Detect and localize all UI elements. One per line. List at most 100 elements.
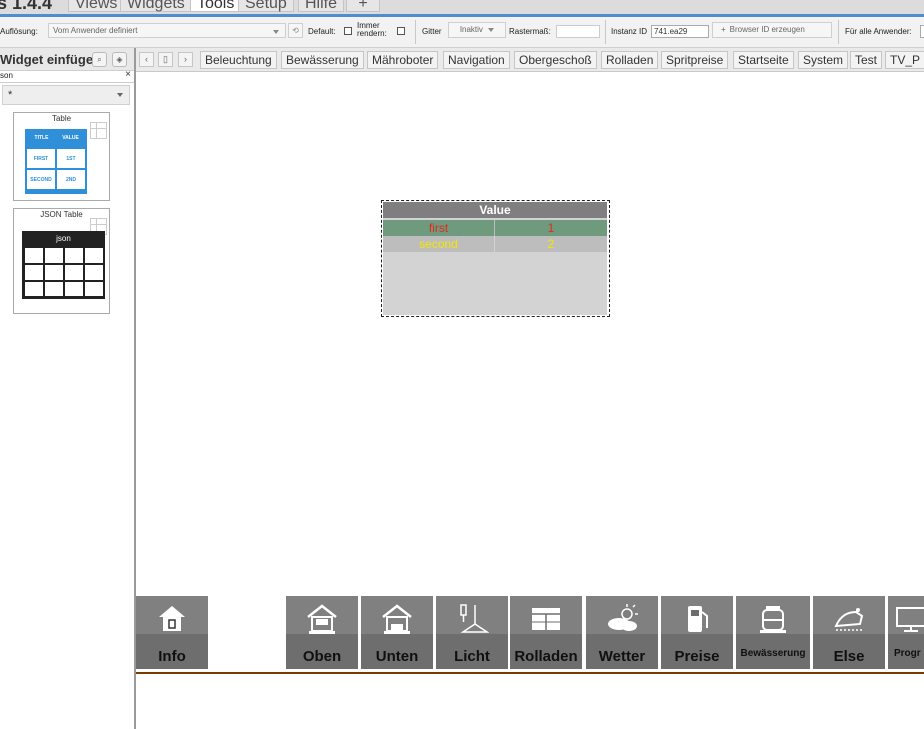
menu-tools[interactable]: Tools (190, 0, 242, 12)
table-row[interactable]: first 1 (383, 220, 607, 236)
tab-obergeschoss[interactable]: Obergeschoß (514, 51, 597, 69)
raster-label: Rastermaß: (509, 27, 551, 36)
grid-select[interactable]: Inaktiv (448, 22, 506, 38)
always-render-checkbox[interactable] (397, 27, 405, 35)
table-cell-key: first (428, 221, 449, 235)
default-label: Default: (308, 27, 336, 36)
resolution-value: Vom Anwender definiert (53, 26, 138, 35)
widget-panel: Widget einfügen ⌕ ◈ son × * Table TITLE … (0, 48, 136, 729)
always-render-label: Immer rendern: (357, 21, 387, 38)
search-icon[interactable]: ⌕ (92, 52, 107, 67)
default-checkbox[interactable] (344, 27, 352, 35)
trash-icon[interactable]: ▯ (158, 52, 173, 67)
weather-icon (608, 604, 638, 631)
menu-widgets[interactable]: Widgets (120, 0, 192, 12)
table-preview-label: 1ST (66, 156, 76, 162)
nav-info-button[interactable]: Info (136, 596, 208, 669)
nav-else-button[interactable]: Else (813, 596, 885, 669)
menu-setup[interactable]: Setup (238, 0, 294, 12)
widget-filter-input[interactable]: son (0, 71, 13, 80)
tab-spritpreise[interactable]: Spritpreise (661, 51, 729, 69)
table-preview-label: 2ND (65, 177, 76, 183)
nav-label: Info (158, 648, 186, 665)
robot-mower-icon (834, 608, 864, 631)
toolbar-divider (838, 20, 839, 44)
all-users-label: Für alle Anwender: (845, 27, 912, 36)
nav-label: Preise (674, 648, 720, 665)
json-table-preview: json (22, 231, 105, 299)
nav-licht-button[interactable]: Licht (436, 596, 508, 669)
table-cell-key: second (419, 237, 458, 251)
tab-beleuchtung[interactable]: Beleuchtung (200, 51, 277, 69)
tab-bewasserung[interactable]: Bewässerung (281, 51, 364, 69)
menu-views[interactable]: Views (68, 0, 125, 12)
house-info-icon (159, 606, 185, 631)
tab-rolladen[interactable]: Rolladen (601, 51, 659, 69)
tab-test[interactable]: Test (850, 51, 883, 69)
window-shutter-icon (532, 608, 560, 630)
nav-wetter-button[interactable]: Wetter (586, 596, 658, 669)
widget-set-value: * (8, 89, 13, 101)
tab-mahroboter[interactable]: Mähroboter (367, 51, 439, 69)
table-preview-label: FIRST (33, 156, 49, 162)
refresh-icon[interactable]: ⟲ (288, 23, 303, 38)
table-preview: TITLE VALUE FIRST 1ST SECOND 2ND (25, 129, 87, 194)
table-row[interactable]: second 2 (383, 236, 607, 252)
close-icon[interactable]: × (125, 69, 131, 80)
table-cell-value: 1 (547, 221, 555, 235)
irrigation-icon (760, 606, 786, 633)
fuel-pump-icon (688, 606, 708, 632)
app-menu-bar: is 1.4.4 Views Widgets Tools Setup Hilfe… (0, 0, 924, 14)
widget-filter-row: son × (0, 69, 134, 83)
json-table-preview-grid (25, 248, 103, 296)
tag-icon[interactable]: ◈ (112, 52, 127, 67)
resolution-select[interactable]: Vom Anwender definiert (48, 23, 286, 38)
nav-label: Progr (894, 648, 921, 659)
grid-value: Inaktiv (459, 25, 483, 34)
widget-panel-title: Widget einfügen (0, 52, 101, 67)
table-preview-label: SECOND (30, 177, 52, 183)
widget-card-json-table[interactable]: JSON Table json (13, 208, 110, 314)
plus-icon: + (721, 25, 726, 34)
nav-preise-button[interactable]: Preise (661, 596, 733, 669)
nav-label: Oben (302, 648, 342, 665)
table-grid-icon (90, 122, 107, 139)
browser-id-button[interactable]: + Browser ID erzeugen (712, 22, 832, 38)
nav-oben-button[interactable]: Oben (286, 596, 358, 669)
menu-hilfe[interactable]: Hilfe (298, 0, 345, 12)
lamp-icon (460, 604, 489, 633)
nav-label: Rolladen (514, 648, 578, 665)
nav-bewasserung-button[interactable]: Bewässerung (736, 596, 810, 669)
app-title: is 1.4.4 (0, 0, 53, 13)
widget-panel-header: Widget einfügen ⌕ ◈ (0, 48, 134, 71)
table-widget[interactable]: Value first 1 second 2 (381, 200, 610, 317)
table-cell-value: 2 (547, 237, 555, 251)
nav-progr-button[interactable]: Progr (888, 596, 924, 669)
resolution-label: Auflösung: (0, 27, 38, 36)
widget-card-table[interactable]: Table TITLE VALUE FIRST 1ST SECOND 2ND (13, 112, 110, 201)
nav-label: Licht (454, 648, 490, 665)
menu-extra-button[interactable]: + (346, 0, 380, 12)
chevron-right-icon[interactable]: › (178, 52, 193, 67)
all-users-input[interactable] (920, 25, 924, 38)
tab-startseite[interactable]: Startseite (733, 51, 794, 69)
chevron-down-icon (488, 27, 495, 32)
house-upper-floor-icon (307, 604, 337, 634)
table-header: Value (383, 202, 607, 218)
monitor-icon (896, 607, 924, 632)
tab-navigation[interactable]: Navigation (443, 51, 510, 69)
chevron-left-icon[interactable]: ‹ (139, 52, 154, 67)
nav-unten-button[interactable]: Unten (361, 596, 433, 669)
tab-tv[interactable]: TV_P (885, 51, 924, 69)
toolbar-divider (605, 20, 606, 44)
nav-rolladen-button[interactable]: Rolladen (510, 596, 582, 669)
widget-set-select[interactable]: * (2, 85, 130, 105)
chevron-down-icon (117, 93, 123, 97)
raster-input[interactable] (556, 25, 600, 38)
table-preview-header-1: TITLE (34, 135, 49, 141)
tab-system[interactable]: System (798, 51, 849, 69)
toolbar-divider (415, 20, 416, 44)
instance-id-input[interactable]: 741.ea29 (651, 25, 709, 38)
grid-label: Gitter (422, 27, 442, 36)
json-table-preview-header: json (56, 234, 71, 243)
